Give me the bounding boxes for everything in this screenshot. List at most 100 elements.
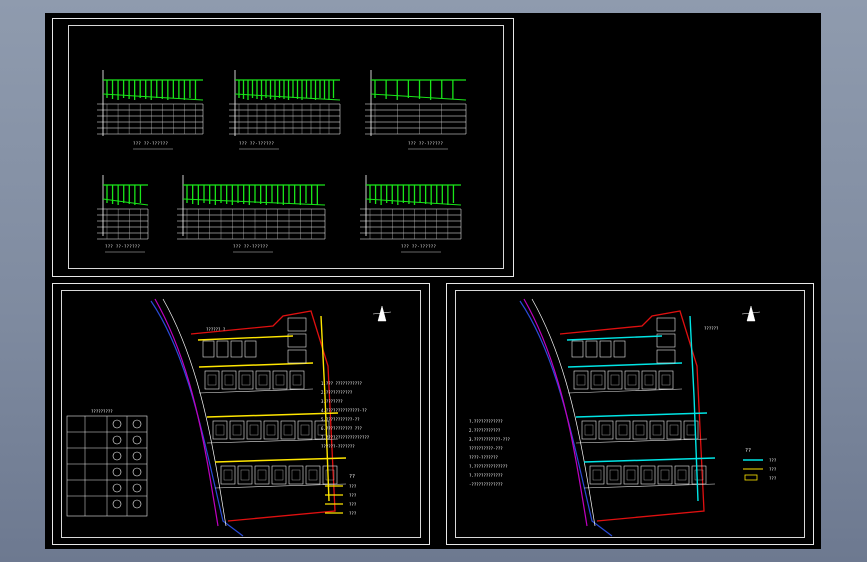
profile-caption-4: ??? ??-??????: [105, 244, 141, 249]
building-block: [657, 465, 673, 485]
building-unit: [592, 469, 602, 481]
building-unit: [593, 374, 603, 386]
profile-pipe-line: [102, 198, 149, 206]
profile-pipe-line: [365, 198, 462, 206]
main-pipe: [198, 362, 314, 368]
building-block: [254, 465, 270, 485]
building-unit: [258, 374, 268, 386]
profile-sheet-frame: ??? ??-?????? ??? ??-?????? ??? ??-?????…: [52, 18, 514, 277]
left-note-line: 2.???????????: [321, 390, 353, 395]
building-block: [691, 465, 707, 485]
building-block: [238, 370, 254, 390]
building-unit: [601, 424, 611, 436]
building-block: [202, 340, 215, 358]
building-unit: [643, 469, 653, 481]
building-block: [289, 370, 305, 390]
left-design-notes: 1.??? ??????????? 2.??????????? 3.??????…: [321, 381, 369, 449]
left-road-label: ?????? ?: [206, 327, 226, 332]
legend-pit-sample: [744, 474, 758, 481]
building-unit: [308, 469, 318, 481]
right-note-line: 3.???????????-???: [469, 437, 510, 442]
internal-road: [575, 438, 708, 444]
building-block: [615, 420, 631, 440]
building-block: [280, 420, 296, 440]
building-block: [641, 370, 657, 390]
building-block: [237, 465, 253, 485]
building-block: [305, 465, 321, 485]
building-unit: [609, 469, 619, 481]
building-block: [640, 465, 656, 485]
building-block: [656, 317, 676, 332]
building-unit: [275, 374, 285, 386]
building-block: [571, 340, 584, 358]
building-unit: [241, 374, 251, 386]
fixture-symbol-icon: [112, 483, 122, 493]
building-block: [599, 340, 612, 358]
building-block: [589, 465, 605, 485]
building-block: [666, 420, 682, 440]
fixture-symbol-icon: [132, 467, 142, 477]
left-note-line: 6.??????????? ???: [321, 426, 362, 431]
water-supply-site-plan: [66, 298, 392, 537]
building-block: [229, 420, 245, 440]
building-block: [212, 420, 228, 440]
building-unit: [240, 469, 250, 481]
building-block: [322, 465, 338, 485]
cad-model-space[interactable]: ??? ??-?????? ??? ??-?????? ??? ??-?????…: [45, 13, 821, 549]
building-block: [220, 465, 236, 485]
building-block: [624, 370, 640, 390]
building-unit: [610, 374, 620, 386]
right-legend-item: ???: [769, 476, 777, 481]
riser-pipe: [689, 315, 699, 502]
internal-road: [198, 388, 314, 394]
left-legend-item: ???: [349, 502, 357, 507]
building-block: [263, 420, 279, 440]
building-unit: [652, 424, 662, 436]
building-block: [255, 370, 271, 390]
building-block: [598, 420, 614, 440]
building-block: [287, 317, 307, 332]
building-unit: [215, 424, 225, 436]
building-unit: [584, 424, 594, 436]
fixture-symbol-icon: [112, 419, 122, 429]
drainage-site-plan: [519, 298, 763, 537]
building-unit: [686, 424, 696, 436]
internal-road: [583, 483, 716, 489]
building-block: [204, 370, 220, 390]
building-block: [674, 465, 690, 485]
right-note-line: ?.????????????: [469, 473, 503, 478]
building-block: [607, 370, 623, 390]
building-unit: [677, 469, 687, 481]
main-pipe: [583, 457, 716, 463]
building-unit: [232, 424, 242, 436]
building-block: [623, 465, 639, 485]
left-note-line: 7.??????????????????: [321, 435, 370, 440]
building-unit: [618, 424, 628, 436]
fixture-symbol-icon: [112, 499, 122, 509]
building-unit: [266, 424, 276, 436]
building-block: [288, 465, 304, 485]
right-legend-item: ???: [769, 467, 777, 472]
building-block: [658, 370, 674, 390]
fixture-symbol-icon: [132, 435, 142, 445]
building-block: [585, 340, 598, 358]
road-line: [154, 298, 219, 527]
right-legend-item: ???: [769, 458, 777, 463]
right-road-label: ??????: [704, 326, 719, 331]
building-unit: [283, 424, 293, 436]
building-block: [297, 420, 313, 440]
building-unit: [292, 374, 302, 386]
left-legend-table-title: ?????????: [91, 409, 113, 414]
main-pipe: [206, 412, 339, 418]
building-block: [271, 465, 287, 485]
fixture-symbol-icon: [132, 419, 142, 429]
right-note-line: ?.??????????????: [469, 464, 508, 469]
building-block: [656, 349, 676, 364]
building-block: [246, 420, 262, 440]
building-block: [230, 340, 243, 358]
main-pipe: [566, 335, 663, 341]
building-block: [216, 340, 229, 358]
river-edge: [150, 300, 244, 537]
building-unit: [249, 424, 259, 436]
building-block: [287, 349, 307, 364]
